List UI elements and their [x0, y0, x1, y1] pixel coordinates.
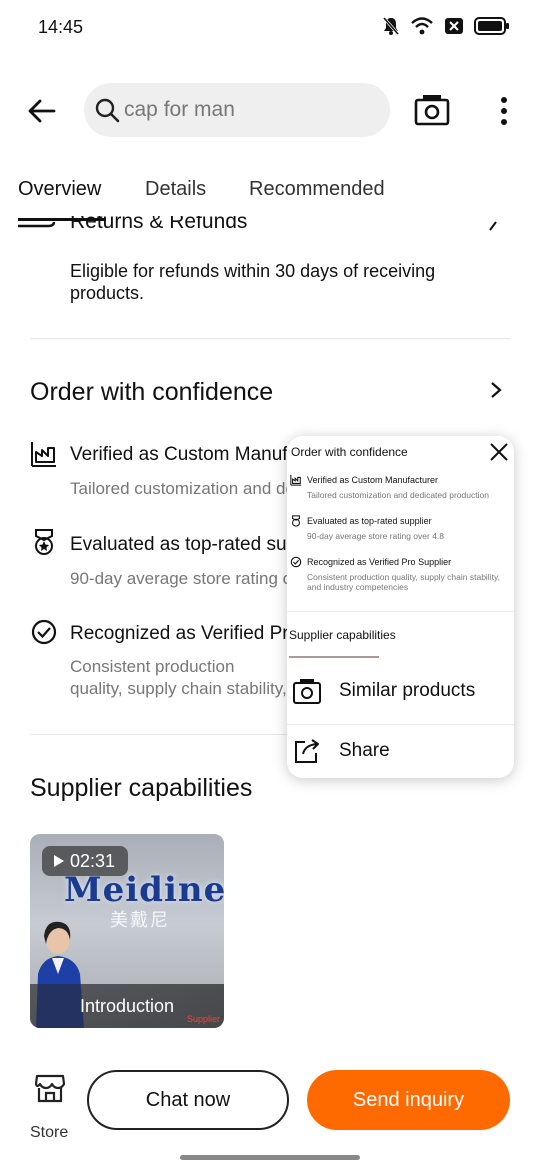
menu-item-share[interactable]: Share: [287, 726, 514, 778]
feature-description: Consistent production quality, supply ch…: [70, 657, 287, 698]
status-bar: 14:45: [0, 0, 540, 56]
close-icon[interactable]: [487, 440, 511, 464]
search-icon: [95, 98, 120, 123]
tab-bar: Overview Details Recommended: [0, 172, 540, 221]
status-time: 14:45: [38, 17, 84, 37]
popup-feature-description: Consistent production quality, supply ch…: [307, 572, 500, 592]
feature-title: Evaluated as top-rated supplier: [70, 534, 287, 555]
bell-muted-icon: [382, 17, 400, 35]
video-logo-text: Meidiney: [64, 870, 224, 910]
chevron-right-icon[interactable]: [488, 380, 504, 400]
popup-feature-title: Recognized as Verified Pro Supplier: [307, 557, 452, 567]
feature-title: Verified as Custom Manufacturer: [70, 444, 287, 465]
returns-icon: [18, 218, 56, 232]
divider: [287, 611, 514, 612]
popup-feature-title: Evaluated as top-rated supplier: [307, 516, 432, 526]
popup-supplier-title: Supplier capabilities: [289, 628, 396, 642]
search-query: cap for man: [124, 98, 235, 121]
home-indicator[interactable]: [180, 1155, 360, 1160]
share-popup: Order with confidence Verified as Custom…: [287, 436, 514, 778]
intro-video-card[interactable]: Meidiney 美戴尼 02:31 Introduction Supplier: [30, 834, 224, 1028]
camera-icon[interactable]: [414, 94, 450, 126]
feature-description: Tailored customization and dedicated pro…: [70, 479, 290, 498]
menu-item-label: Share: [339, 740, 390, 761]
camera-icon: [293, 679, 321, 704]
play-icon: [54, 855, 64, 867]
medal-icon: [292, 515, 300, 527]
battery-icon: [474, 17, 509, 35]
factory-icon: [290, 474, 302, 486]
feature-description: 90-day average store rating over 4.8: [70, 569, 290, 588]
divider: [287, 724, 514, 725]
video-logo-cn: 美戴尼: [110, 910, 170, 930]
search-row: cap for man: [0, 83, 540, 139]
more-options-icon[interactable]: [496, 95, 512, 127]
tab-details[interactable]: Details: [145, 178, 206, 201]
store-icon: [34, 1074, 66, 1103]
medal-icon: [35, 529, 53, 555]
menu-item-label: Similar products: [339, 680, 476, 701]
store-button[interactable]: Store: [26, 1070, 74, 1141]
send-inquiry-button[interactable]: Send inquiry: [307, 1070, 510, 1130]
popup-preview-title: Order with confidence: [291, 445, 408, 459]
chevron-right-icon[interactable]: [486, 218, 500, 232]
back-arrow-icon[interactable]: [26, 95, 58, 127]
check-circle-icon: [31, 619, 57, 645]
video-duration-badge: 02:31: [42, 846, 128, 876]
returns-description: Eligible for refunds within 30 days of r…: [70, 261, 436, 303]
bottom-action-bar: Store Chat now Send inquiry: [0, 1060, 540, 1170]
chat-now-button[interactable]: Chat now: [87, 1070, 289, 1130]
popup-preview: Order with confidence Verified as Custom…: [287, 436, 514, 611]
popup-feature-description: Tailored customization and dedicated pro…: [307, 490, 489, 500]
tab-recommended[interactable]: Recommended: [249, 178, 385, 201]
divider: [30, 338, 510, 339]
sim-blocked-icon: [445, 18, 463, 34]
popup-progress-indicator: [289, 656, 379, 658]
confidence-title[interactable]: Order with confidence: [30, 378, 273, 407]
share-icon: [295, 739, 319, 763]
status-icons: [382, 16, 510, 36]
feature-title: Recognized as Verified Pro Supplier: [70, 623, 287, 644]
search-input[interactable]: cap for man: [84, 83, 390, 137]
popup-feature-title: Verified as Custom Manufacturer: [307, 475, 439, 485]
store-label: Store: [30, 1124, 69, 1141]
tab-overview[interactable]: Overview: [18, 178, 101, 201]
popup-feature-description: 90-day average store rating over 4.8: [307, 531, 445, 541]
menu-item-similar-products[interactable]: Similar products: [287, 660, 514, 724]
video-watermark: Supplier: [186, 1014, 220, 1024]
check-circle-icon: [290, 556, 302, 568]
factory-icon: [31, 442, 56, 467]
returns-title[interactable]: Returns & Refunds: [70, 216, 247, 228]
supplier-title: Supplier capabilities: [30, 774, 253, 802]
wifi-icon: [411, 17, 433, 35]
